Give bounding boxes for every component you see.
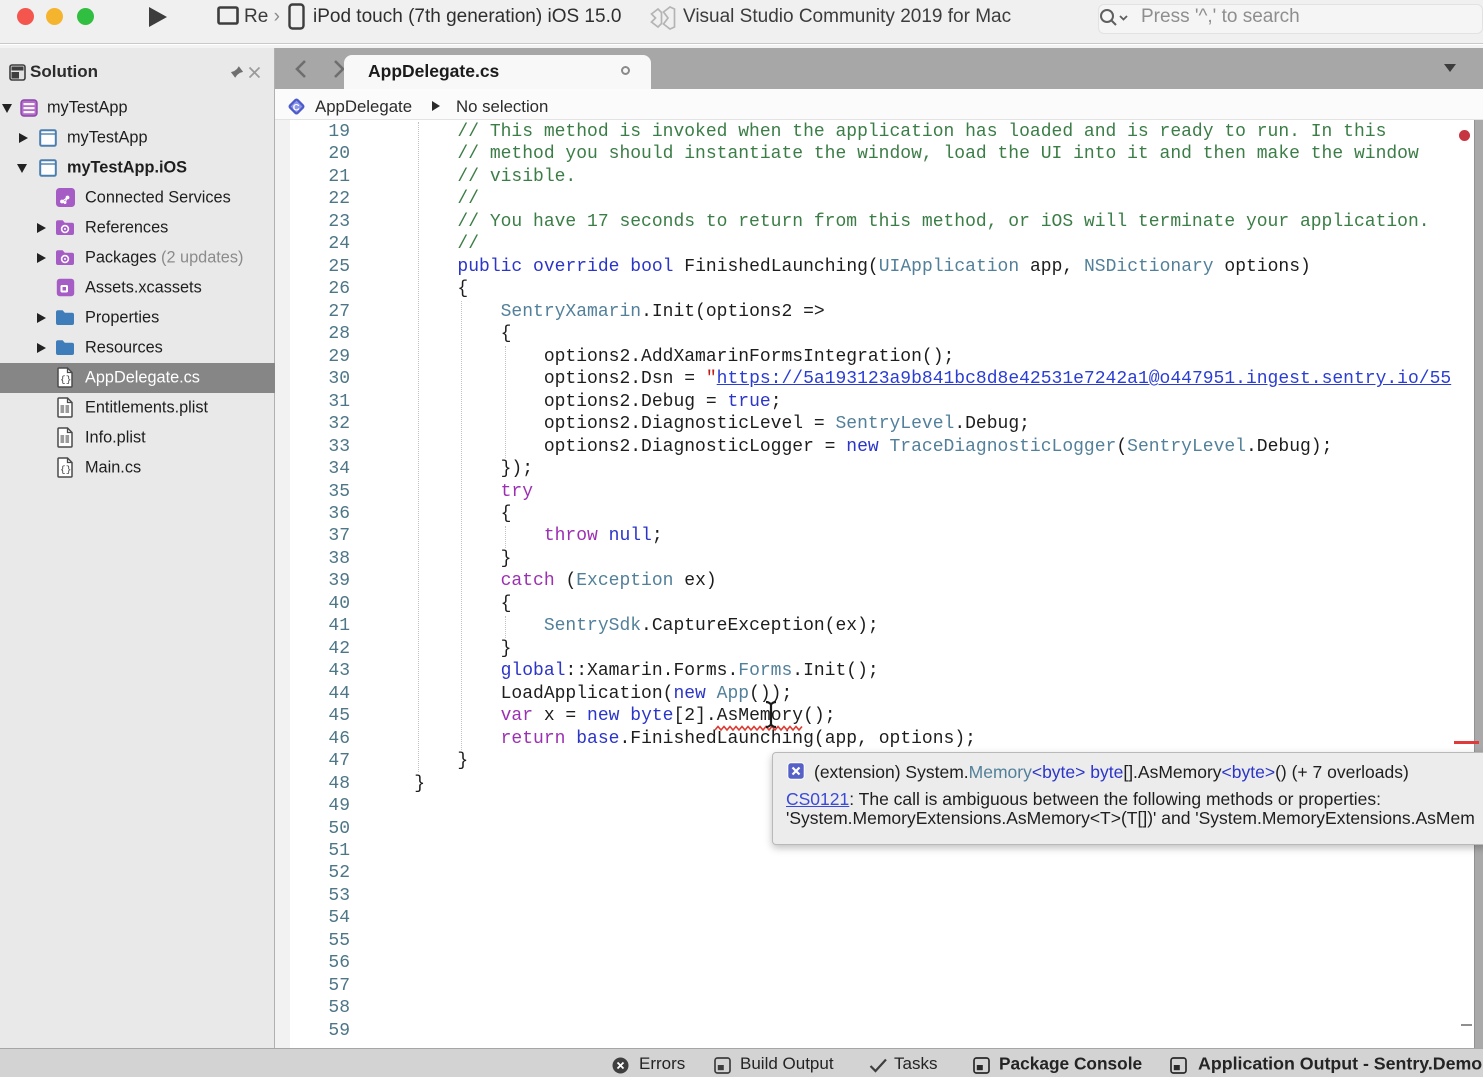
svg-text:{}: {}: [60, 374, 71, 385]
svg-text:{}: {}: [60, 464, 71, 475]
svg-text:C: C: [293, 102, 300, 113]
